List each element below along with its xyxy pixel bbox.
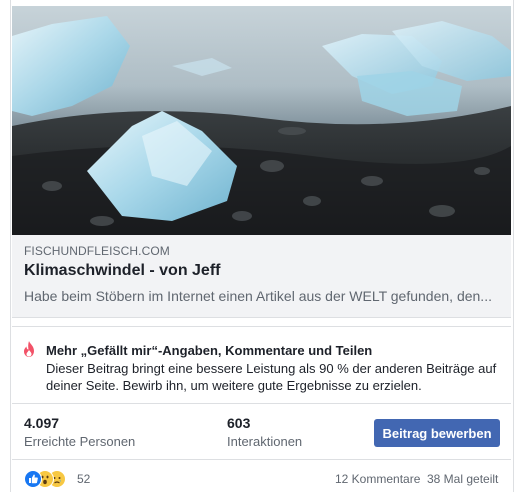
tip-title: Mehr „Gefällt mir“-Angaben, Kommentare u…: [46, 343, 373, 358]
link-preview-image[interactable]: [12, 6, 511, 235]
divider: [12, 326, 511, 327]
divider: [12, 459, 511, 460]
reaction-count[interactable]: 52: [77, 472, 90, 486]
reach-value: 4.097: [24, 415, 60, 431]
divider: [12, 403, 511, 404]
tip-text: Dieser Beitrag bringt eine bessere Leist…: [46, 361, 497, 393]
post-card: FISCHUNDFLEISCH.COM Klimaschwindel - von…: [10, 0, 514, 492]
boost-post-button[interactable]: Beitrag bewerben: [374, 419, 500, 447]
interactions-label: Interaktionen: [227, 434, 303, 449]
reach-label: Erreichte Personen: [24, 434, 136, 449]
link-domain: FISCHUNDFLEISCH.COM: [24, 244, 170, 258]
performance-tip: Mehr „Gefällt mir“-Angaben, Kommentare u…: [12, 328, 511, 400]
shares-count[interactable]: 38 Mal geteilt: [427, 472, 498, 486]
comments-count[interactable]: 12 Kommentare: [335, 472, 420, 486]
like-icon: [24, 470, 42, 488]
link-description: Habe beim Stöbern im Internet einen Arti…: [24, 288, 492, 304]
link-title[interactable]: Klimaschwindel - von Jeff: [24, 262, 220, 280]
interactions-value: 603: [227, 415, 251, 431]
flame-icon: [20, 340, 38, 358]
link-preview[interactable]: FISCHUNDFLEISCH.COM Klimaschwindel - von…: [12, 235, 511, 318]
